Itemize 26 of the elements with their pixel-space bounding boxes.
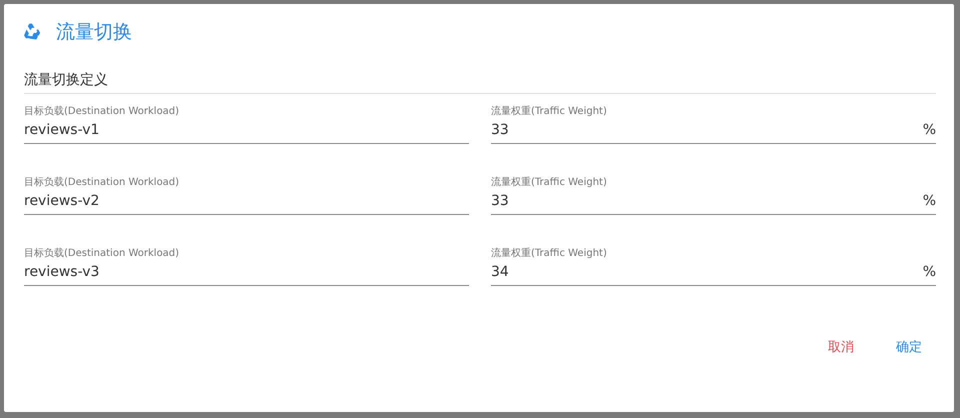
field-label: 目标负载(Destination Workload) <box>24 247 180 260</box>
recycle-icon <box>22 22 42 42</box>
field-label: 流量权重(Traffic Weight) <box>491 105 608 118</box>
field-label: 流量权重(Traffic Weight) <box>491 247 608 260</box>
field-label: 目标负载(Destination Workload) <box>24 105 180 118</box>
workload-field[interactable]: 目标负载(Destination Workload) reviews-v1 <box>24 105 469 144</box>
weight-field[interactable]: 流量权重(Traffic Weight) 34 % <box>491 247 936 286</box>
field-value: 33 <box>491 121 509 140</box>
field-value: 33 <box>491 192 509 211</box>
field-value: reviews-v1 <box>24 121 100 140</box>
percent-suffix: % <box>922 192 936 211</box>
field-label: 目标负载(Destination Workload) <box>24 176 180 189</box>
field-label: 流量权重(Traffic Weight) <box>491 176 608 189</box>
section-title: 流量切换定义 <box>24 71 936 94</box>
field-value: reviews-v2 <box>24 192 100 211</box>
workload-field[interactable]: 目标负载(Destination Workload) reviews-v3 <box>24 247 469 286</box>
weight-field[interactable]: 流量权重(Traffic Weight) 33 % <box>491 176 936 215</box>
percent-suffix: % <box>922 121 936 140</box>
field-value: 34 <box>491 263 509 282</box>
percent-suffix: % <box>922 263 936 282</box>
weight-field[interactable]: 流量权重(Traffic Weight) 33 % <box>491 105 936 144</box>
workload-field[interactable]: 目标负载(Destination Workload) reviews-v2 <box>24 176 469 215</box>
cancel-button[interactable]: 取消 <box>814 332 868 362</box>
confirm-button[interactable]: 确定 <box>882 332 936 362</box>
dialog-title: 流量切换 <box>56 20 132 45</box>
field-value: reviews-v3 <box>24 263 100 282</box>
